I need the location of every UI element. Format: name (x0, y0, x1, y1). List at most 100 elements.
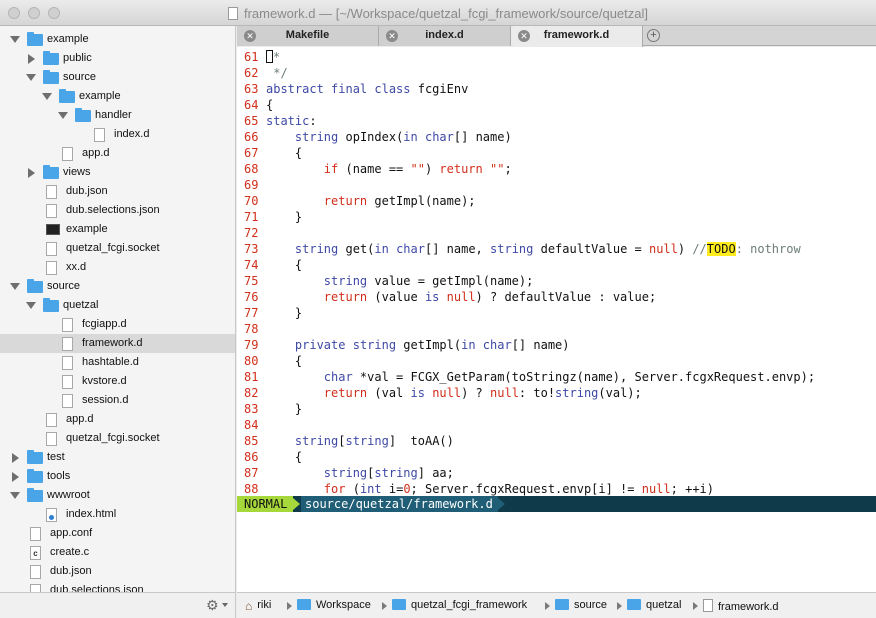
tree-folder-handler[interactable]: handler (0, 106, 235, 125)
tree-file-app-conf[interactable]: app.conf (0, 524, 235, 543)
add-tab-icon[interactable]: + (647, 29, 660, 42)
tree-file-index-d[interactable]: index.d (0, 125, 235, 144)
tree-file-hashtable-d[interactable]: hashtable.d (0, 353, 235, 372)
code-token: defaultValue = (533, 242, 649, 256)
disclosure-open-icon[interactable] (10, 492, 20, 499)
breadcrumb-riki[interactable]: ⌂ riki (245, 599, 271, 613)
code-text: string get(in char[] name, string defaul… (266, 241, 801, 257)
line-number: 80 (244, 354, 259, 368)
code-token: { (266, 146, 303, 160)
tree-file-framework-d[interactable]: framework.d (0, 334, 235, 353)
tree-folder-public[interactable]: public (0, 49, 235, 68)
tab-label: framework.d (543, 29, 610, 41)
breadcrumb-source[interactable]: source (555, 599, 607, 611)
folder-icon (27, 279, 43, 293)
tree-file-example[interactable]: example (0, 220, 235, 239)
close-tab-icon[interactable]: ✕ (244, 30, 256, 42)
tree-item-label: wwwroot (47, 489, 90, 501)
code-editor[interactable]: 61 * 62 */ 63 abstract final class fcgiEnv 64… (237, 47, 876, 496)
breadcrumb-quetzal-fcgi-framework[interactable]: quetzal_fcgi_framework (392, 599, 527, 611)
disclosure-open-icon[interactable] (26, 74, 36, 81)
code-text: if (name == "") return ""; (266, 161, 512, 177)
tree-folder-example[interactable]: example (0, 87, 235, 106)
tree-folder-source[interactable]: source (0, 277, 235, 296)
code-token: ) ? (461, 386, 491, 400)
tree-folder-example[interactable]: example (0, 30, 235, 49)
sidebar-footer: ⚙ (0, 592, 236, 618)
line-number: 71 (244, 210, 259, 224)
document-icon (62, 356, 73, 370)
folder-icon (297, 599, 311, 610)
vim-status-line: NORMAL source/quetzal/framework.d (237, 496, 876, 512)
disclosure-closed-icon[interactable] (12, 453, 19, 463)
tab-framework-d[interactable]: ✕ framework.d (511, 26, 643, 47)
tree-file-kvstore-d[interactable]: kvstore.d (0, 372, 235, 391)
breadcrumb-quetzal[interactable]: quetzal (627, 599, 681, 611)
vim-mode-indicator: NORMAL (237, 496, 293, 512)
code-token: in (461, 338, 476, 352)
tree-file-session-d[interactable]: session.d (0, 391, 235, 410)
code-text: string[string] toAA() (266, 433, 454, 449)
gear-icon[interactable]: ⚙ (206, 597, 219, 614)
close-tab-icon[interactable]: ✕ (386, 30, 398, 42)
line-number: 86 (244, 450, 259, 464)
tree-item-label: kvstore.d (82, 375, 127, 387)
folder-icon (27, 32, 43, 46)
tree-file-create-c[interactable]: c create.c (0, 543, 235, 562)
code-token: string (352, 338, 397, 352)
tree-item-label: test (47, 451, 65, 463)
breadcrumb-label: quetzal_fcgi_framework (411, 599, 528, 611)
tree-item-label: create.c (50, 546, 90, 558)
tree-file-dub-selections-json[interactable]: dub.selections.json (0, 581, 235, 592)
line-number: 70 (244, 194, 259, 208)
close-tab-icon[interactable]: ✕ (518, 30, 530, 42)
tree-file-index-html[interactable]: index.html (0, 505, 235, 524)
disclosure-open-icon[interactable] (26, 302, 36, 309)
code-token: { (266, 258, 303, 272)
breadcrumb-framework-d[interactable]: framework.d (703, 599, 779, 613)
disclosure-open-icon[interactable] (10, 283, 20, 290)
disclosure-open-icon[interactable] (58, 112, 68, 119)
disclosure-closed-icon[interactable] (28, 168, 35, 178)
status-file-path: source/quetzal/framework.d (305, 497, 493, 511)
tree-folder-wwwroot[interactable]: wwwroot (0, 486, 235, 505)
tree-folder-tools[interactable]: tools (0, 467, 235, 486)
tree-file-xx-d[interactable]: xx.d (0, 258, 235, 277)
tree-file-quetzal-fcgi-socket[interactable]: quetzal_fcgi.socket (0, 239, 235, 258)
disclosure-open-icon[interactable] (10, 36, 20, 43)
breadcrumb-workspace[interactable]: Workspace (297, 599, 371, 611)
tree-file-dub-selections-json[interactable]: dub.selections.json (0, 201, 235, 220)
folder-icon (75, 108, 91, 122)
tab-index-d[interactable]: ✕ index.d (379, 26, 511, 46)
document-icon (62, 337, 73, 351)
tree-file-app-d[interactable]: app.d (0, 410, 235, 429)
tree-folder-test[interactable]: test (0, 448, 235, 467)
tree-file-dub-json[interactable]: dub.json (0, 562, 235, 581)
chevron-right-icon (287, 602, 292, 610)
disclosure-closed-icon[interactable] (28, 54, 35, 64)
disclosure-open-icon[interactable] (42, 93, 52, 100)
code-token: (val (367, 386, 411, 400)
tree-folder-views[interactable]: views (0, 163, 235, 182)
tree-file-app-d[interactable]: app.d (0, 144, 235, 163)
tree-file-fcgiapp-d[interactable]: fcgiapp.d (0, 315, 235, 334)
chevron-down-icon[interactable] (222, 603, 228, 607)
line-number: 75 (244, 274, 259, 288)
tree-file-quetzal-fcgi-socket[interactable]: quetzal_fcgi.socket (0, 429, 235, 448)
line-number: 63 (244, 82, 259, 96)
disclosure-closed-icon[interactable] (12, 472, 19, 482)
code-token: return (323, 290, 368, 304)
code-text: { (266, 97, 273, 113)
tree-file-dub-json[interactable]: dub.json (0, 182, 235, 201)
tab-makefile[interactable]: ✕ Makefile (237, 26, 379, 46)
chevron-right-icon (545, 602, 550, 610)
line-number: 68 (244, 162, 259, 176)
html-file-icon (46, 508, 57, 522)
tree-folder-quetzal[interactable]: quetzal (0, 296, 235, 315)
code-text: private string getImpl(in char[] name) (266, 337, 570, 353)
tree-folder-source[interactable]: source (0, 68, 235, 87)
editor-empty-area[interactable] (237, 512, 876, 592)
home-icon: ⌂ (245, 599, 253, 613)
tree-item-label: hashtable.d (82, 356, 139, 368)
